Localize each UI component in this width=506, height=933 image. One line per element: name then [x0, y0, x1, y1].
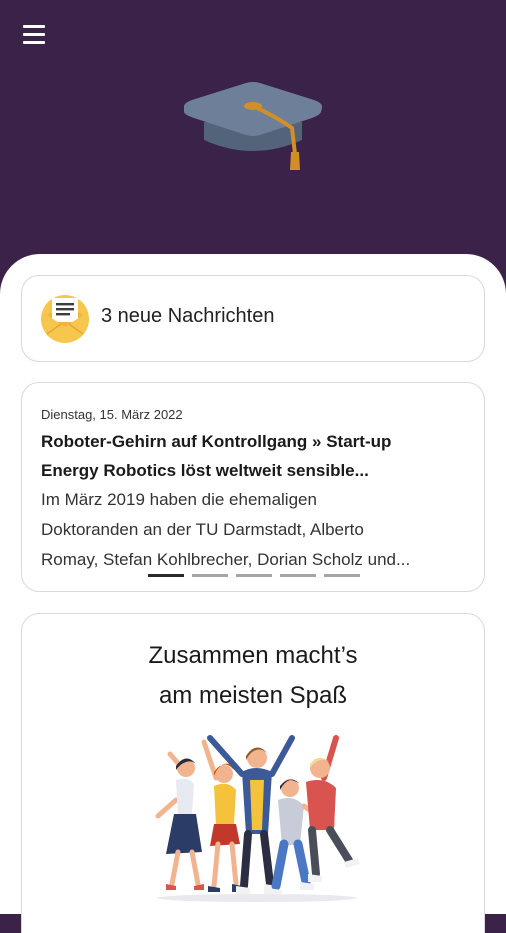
messages-card[interactable]: 3 neue Nachrichten	[21, 275, 485, 362]
news-title: Roboter-Gehirn auf Kontrollgang » Start-…	[41, 427, 471, 485]
header	[0, 0, 506, 290]
news-title-line: Energy Robotics löst weltweit sensible..…	[41, 461, 369, 480]
messages-label: 3 neue Nachrichten	[101, 305, 275, 327]
news-title-line: Roboter-Gehirn auf Kontrollgang » Start-…	[41, 432, 392, 451]
news-excerpt-line: Romay, Stefan Kohlbrecher, Dorian Scholz…	[41, 550, 411, 569]
carousel-dot[interactable]	[192, 574, 228, 577]
carousel-dot[interactable]	[324, 574, 360, 577]
content-sheet: 3 neue Nachrichten Dienstag, 15. März 20…	[0, 254, 506, 933]
news-date: Dienstag, 15. März 2022	[41, 407, 183, 422]
news-excerpt-line: Doktoranden an der TU Darmstadt, Alberto	[41, 520, 364, 539]
promo-heading-line: Zusammen macht’s	[148, 642, 358, 669]
news-excerpt: Im März 2019 haben die ehemaligen Doktor…	[41, 485, 471, 575]
promo-heading: Zusammen macht’s am meisten Spaß	[22, 636, 484, 716]
promo-heading-line: am meisten Spaß	[158, 682, 348, 709]
hamburger-menu-icon[interactable]	[20, 22, 50, 48]
news-excerpt-line: Im März 2019 haben die ehemaligen	[41, 490, 317, 509]
person-figure	[306, 735, 360, 882]
carousel-dot[interactable]	[236, 574, 272, 577]
carousel-indicator	[148, 574, 368, 578]
person-figure	[155, 751, 204, 890]
graduation-cap-icon	[183, 82, 323, 170]
news-card[interactable]: Dienstag, 15. März 2022 Roboter-Gehirn a…	[21, 382, 485, 592]
group-of-happy-people-illustration	[155, 735, 360, 902]
promo-card: Zusammen macht’s am meisten Spaß	[21, 613, 485, 933]
envelope-icon	[41, 295, 89, 343]
carousel-dot[interactable]	[280, 574, 316, 577]
carousel-dot[interactable]	[148, 574, 184, 577]
